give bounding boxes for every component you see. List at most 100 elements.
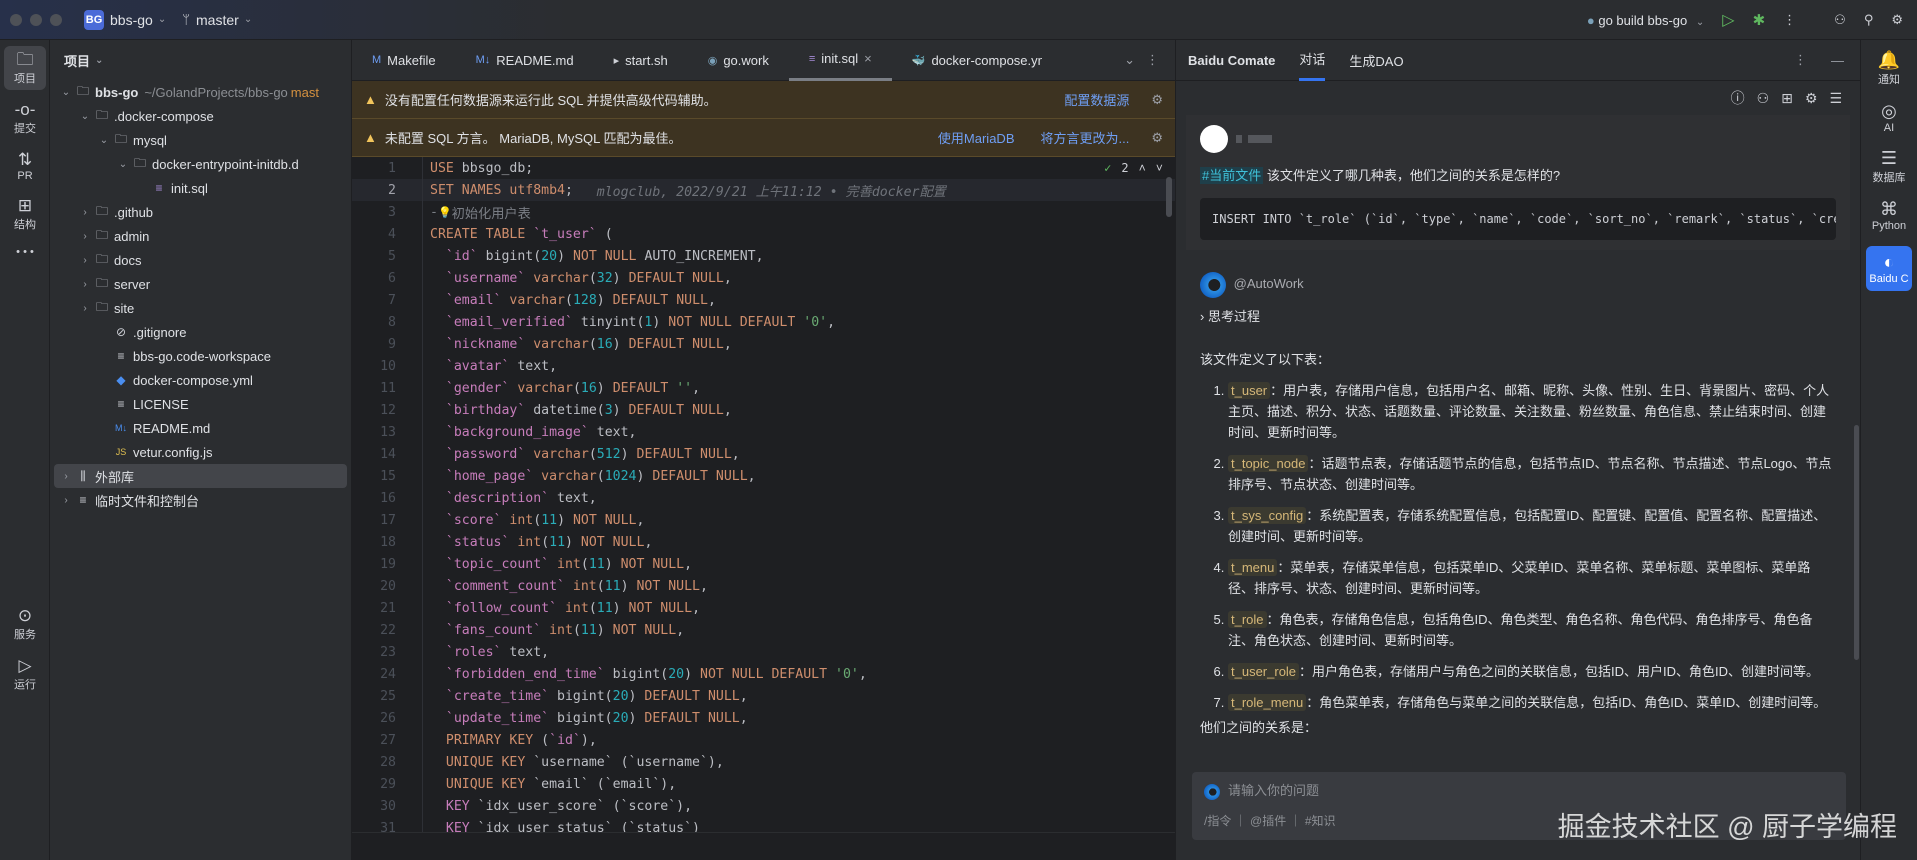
tree-item[interactable]: M↓ README.md <box>50 416 351 440</box>
banner-link[interactable]: 将方言更改为... <box>1041 128 1130 147</box>
code-token: , <box>747 468 756 484</box>
chevron-right-icon[interactable]: › <box>77 231 93 242</box>
tab-init-sql[interactable]: ≡ init.sql × <box>788 40 892 81</box>
project-panel-title[interactable]: 项目 <box>64 51 90 70</box>
code-token: 11 <box>541 512 558 528</box>
plugins-icon[interactable]: ⊞ <box>1781 90 1793 107</box>
banner-link[interactable]: 使用MariaDB <box>938 128 1015 147</box>
sidebar-item-structure[interactable]: ⊞ 结构 <box>4 192 46 236</box>
close-tab-icon[interactable]: × <box>864 51 872 66</box>
plugin-button[interactable]: @插件 <box>1250 814 1286 828</box>
search-icon[interactable]: ⚲ <box>1864 12 1874 28</box>
tree-item[interactable]: ≡ init.sql <box>50 176 351 200</box>
more-icon[interactable]: ⋮ <box>1783 12 1796 28</box>
tree-item[interactable]: ⌄ 🗀 .docker-compose <box>50 104 351 128</box>
tab-go-work[interactable]: ◉ go.work <box>688 40 789 81</box>
sidebar-item-ai[interactable]: ◎ AI <box>1861 101 1917 134</box>
gear-icon[interactable]: ⚙ <box>1151 92 1163 108</box>
sidebar-item-database[interactable]: ☰ 数据库 <box>1861 148 1917 185</box>
sidebar-item-commit[interactable]: -o- 提交 <box>4 96 46 140</box>
chevron-right-icon[interactable]: › <box>58 471 74 482</box>
tree-item-label: vetur.config.js <box>133 444 213 460</box>
tree-item[interactable]: ⌄ 🗀 mysql <box>50 128 351 152</box>
thinking-toggle[interactable]: › 思考过程 <box>1200 306 1836 327</box>
debug-icon[interactable]: ✱ <box>1753 11 1766 29</box>
command-button[interactable]: /指令 <box>1204 814 1231 828</box>
tab-start-sh[interactable]: ▸ start.sh <box>594 40 688 81</box>
tree-item[interactable]: › 🗀 server <box>50 272 351 296</box>
close-window-button[interactable] <box>10 13 22 26</box>
tab-readme-md[interactable]: M↓ README.md <box>456 40 594 81</box>
tree-item[interactable]: › ≡ 临时文件和控制台 <box>50 488 351 512</box>
tree-item-label: docs <box>114 252 142 268</box>
chevron-down-icon[interactable]: ⌄ <box>96 135 112 146</box>
tree-item-label: docker-entrypoint-initdb.d <box>152 156 299 172</box>
line-number: 18 <box>380 534 396 550</box>
more-tools-icon[interactable]: • • • <box>4 242 46 262</box>
tab-chat[interactable]: 对话 <box>1299 40 1326 81</box>
tree-item[interactable]: ≡ bbs-go.code-workspace <box>50 344 351 368</box>
tree-item[interactable]: › 🗀 admin <box>50 224 351 248</box>
tree-item[interactable]: › 🗀 .github <box>50 200 351 224</box>
minimize-panel-icon[interactable]: — <box>1831 53 1844 68</box>
sidebar-item-comate[interactable]: ◐ Baidu C <box>1866 246 1912 291</box>
tree-item[interactable]: ◆ docker-compose.yml <box>50 368 351 392</box>
code-area[interactable]: ✓ 2 ˄ ˅ 1 USE bbsgo_db; 2 SET NAMES utf8mb4; m… <box>352 157 1175 832</box>
tree-item[interactable]: ⌄ 🗀 docker-entrypoint-initdb.d <box>50 152 351 176</box>
tree-item[interactable]: JS vetur.config.js <box>50 440 351 464</box>
minimize-window-button[interactable] <box>30 13 42 26</box>
sidebar-item-bell[interactable]: 🔔 通知 <box>1861 50 1917 87</box>
chevron-right-icon[interactable]: › <box>77 279 93 290</box>
code-token: 1024 <box>604 468 637 484</box>
editor-scrollbar[interactable] <box>1166 177 1172 217</box>
window-controls[interactable] <box>10 13 62 26</box>
next-highlight-icon[interactable]: ˅ <box>1156 161 1163 176</box>
zoom-window-button[interactable] <box>50 13 62 26</box>
tab-generate-dao[interactable]: 生成DAO <box>1349 40 1403 81</box>
panel-more-icon[interactable]: ⋮ <box>1794 52 1807 68</box>
sidebar-item-run[interactable]: ▷ 运行 <box>4 652 46 696</box>
sidebar-item-folder[interactable]: 🗀 项目 <box>4 46 46 90</box>
sidebar-item-services[interactable]: ⊙ 服务 <box>4 602 46 646</box>
knowledge-button[interactable]: #知识 <box>1305 814 1336 828</box>
tree-item[interactable]: › 🗀 docs <box>50 248 351 272</box>
tabs-more-icon[interactable]: ⋮ <box>1146 52 1159 68</box>
tab-docker-compose-yml[interactable]: 🐳 docker-compose.yml <box>892 40 1042 81</box>
settings-icon[interactable]: ⚙ <box>1805 90 1818 107</box>
chevron-right-icon[interactable]: › <box>77 255 93 266</box>
sidebar-item-python[interactable]: ⌘ Python <box>1861 199 1917 232</box>
run-config-selector[interactable]: ● go build bbs-go ⌄ <box>1587 13 1704 28</box>
tree-item[interactable]: ≡ LICENSE <box>50 392 351 416</box>
tree-item[interactable]: › 🗀 site <box>50 296 351 320</box>
feedback-icon[interactable]: ⚇ <box>1757 90 1770 107</box>
tree-item[interactable]: ⌄ 🗀 bbs-go ~/GolandProjects/bbs-go mast <box>50 80 351 104</box>
clear-chat-icon[interactable]: ☰ <box>1829 90 1842 107</box>
chevron-down-icon[interactable]: ⌄ <box>115 159 131 170</box>
line-number: 16 <box>380 490 396 506</box>
chevron-right-icon[interactable]: › <box>77 207 93 218</box>
chat-scrollbar[interactable] <box>1854 425 1859 660</box>
help-icon[interactable]: ⓘ <box>1731 88 1745 108</box>
run-icon[interactable]: ▷ <box>1722 10 1734 30</box>
tree-item[interactable]: › ⫼ 外部库 <box>54 464 347 488</box>
add-user-icon[interactable]: ⚇ <box>1834 12 1846 28</box>
code-token: KEY <box>445 820 470 833</box>
tree-item[interactable]: ⊘ .gitignore <box>50 320 351 344</box>
gear-icon[interactable]: ⚙ <box>1151 130 1163 146</box>
sidebar-item-pull-request[interactable]: ⇅ PR <box>4 146 46 186</box>
chevron-right-icon[interactable]: › <box>77 303 93 314</box>
prev-highlight-icon[interactable]: ˄ <box>1139 161 1146 176</box>
project-switcher[interactable]: bbs-go <box>110 12 153 28</box>
code-token: ( <box>588 270 597 286</box>
tabs-dropdown-icon[interactable]: ⌄ <box>1124 52 1135 68</box>
chevron-down-icon[interactable]: ⌄ <box>58 87 74 98</box>
settings-icon[interactable]: ⚙ <box>1891 12 1903 28</box>
chevron-down-icon[interactable]: ⌄ <box>77 111 93 122</box>
tab-makefile[interactable]: M Makefile <box>352 40 456 81</box>
chevron-right-icon[interactable]: › <box>58 495 74 506</box>
lightbulb-icon[interactable]: 💡 <box>438 206 452 219</box>
branch-switcher[interactable]: master <box>196 12 239 28</box>
inspection-widget[interactable]: ✓ 2 ˄ ˅ <box>1104 161 1163 176</box>
banner-link[interactable]: 配置数据源 <box>1064 90 1129 109</box>
project-badge[interactable]: BG <box>84 9 104 30</box>
